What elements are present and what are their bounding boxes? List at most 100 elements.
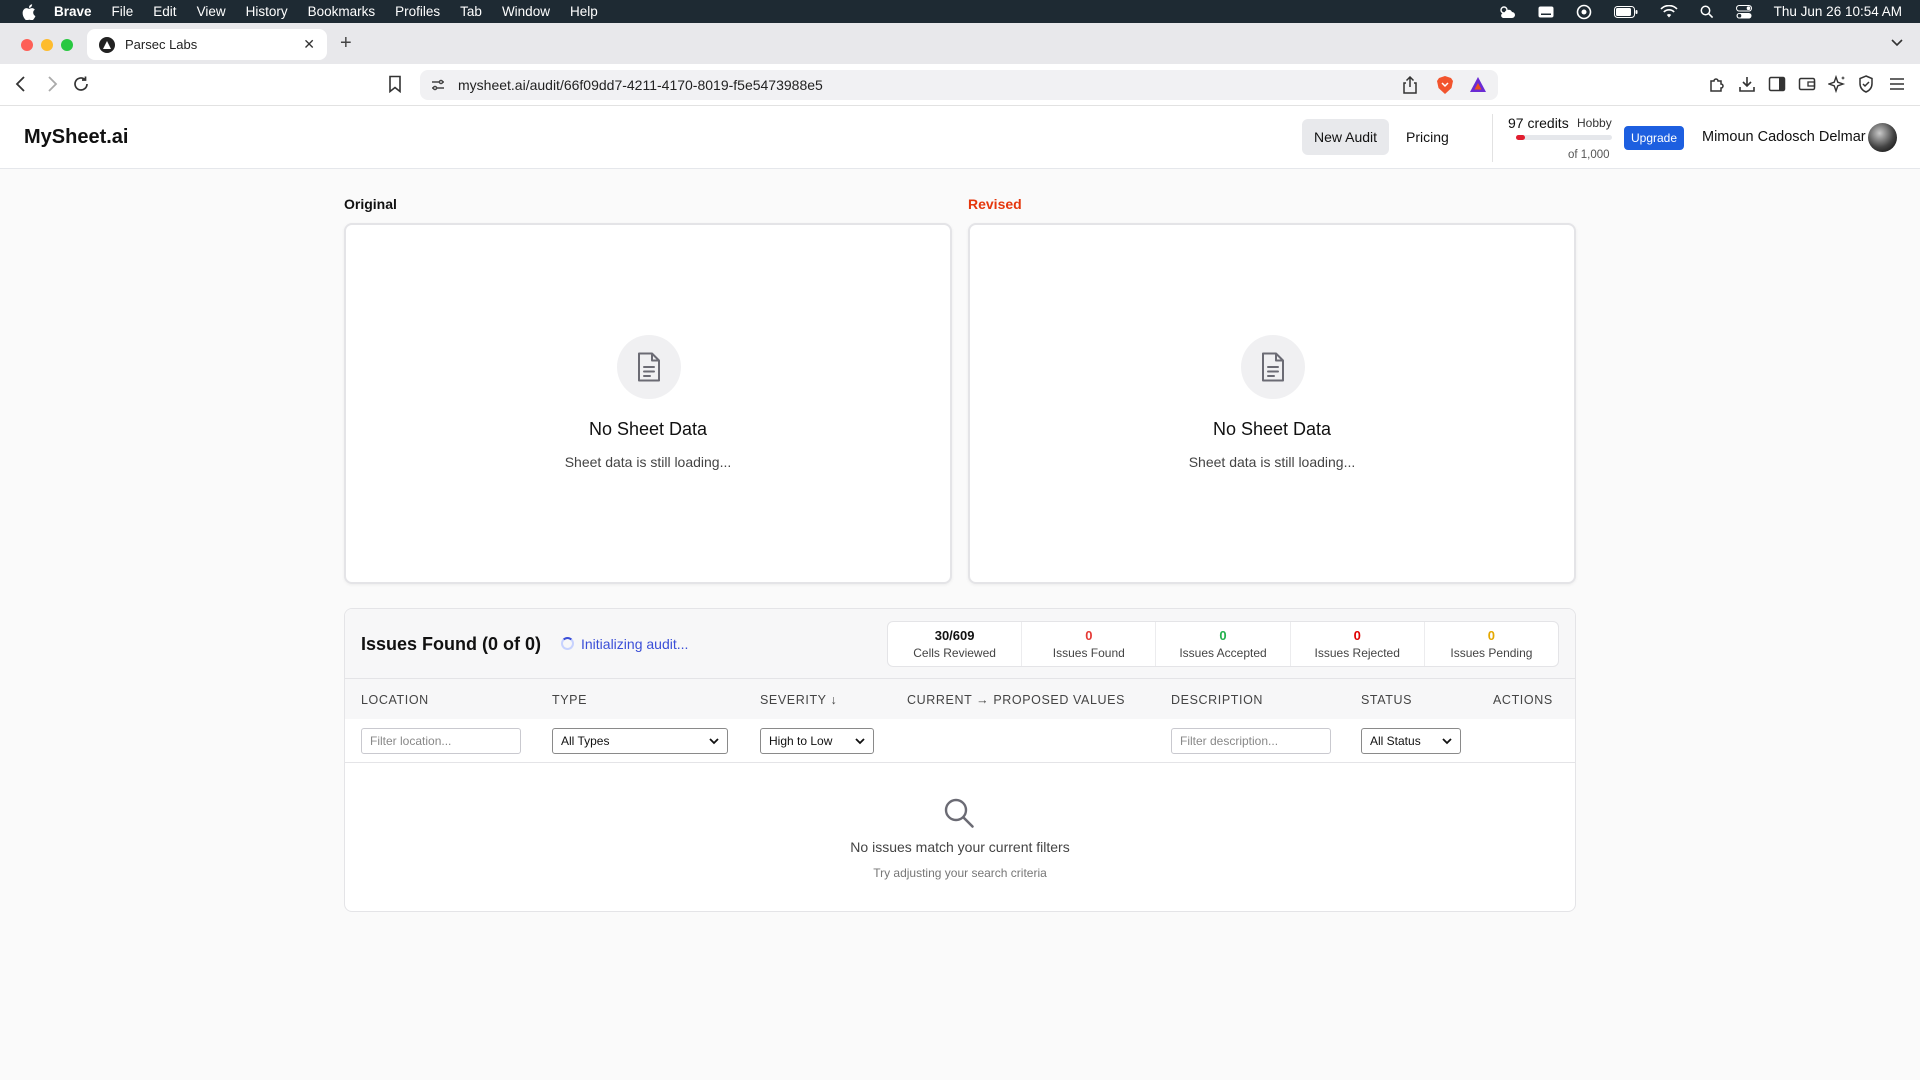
vpn-shield-icon[interactable] bbox=[1858, 75, 1874, 98]
issues-header: Issues Found (0 of 0) Initializing audit… bbox=[345, 609, 1575, 679]
new-audit-button[interactable]: New Audit bbox=[1302, 119, 1390, 155]
revised-label: Revised bbox=[968, 196, 1022, 212]
stat-label: Issues Found bbox=[1052, 646, 1125, 660]
column-values: CURRENT → PROPOSED VALUES bbox=[907, 693, 1126, 707]
menu-view[interactable]: View bbox=[197, 4, 226, 19]
stat-cells-reviewed: 30/609 Cells Reviewed bbox=[888, 622, 1023, 666]
wifi-icon[interactable] bbox=[1660, 5, 1678, 18]
severity-sort-select[interactable]: High to Low bbox=[760, 728, 874, 754]
hamburger-menu-icon[interactable] bbox=[1888, 75, 1906, 98]
window-minimize-button[interactable] bbox=[41, 39, 53, 51]
original-empty-subtitle: Sheet data is still loading... bbox=[564, 454, 732, 470]
menu-tab[interactable]: Tab bbox=[460, 4, 482, 19]
menu-file[interactable]: File bbox=[112, 4, 134, 19]
menu-edit[interactable]: Edit bbox=[153, 4, 176, 19]
revised-sheet-panel: No Sheet Data Sheet data is still loadin… bbox=[968, 223, 1576, 584]
wallet-icon[interactable] bbox=[1798, 75, 1816, 98]
parsec-labs-favicon-icon bbox=[99, 36, 115, 53]
stat-label: Issues Rejected bbox=[1314, 646, 1400, 660]
apple-logo-icon[interactable] bbox=[20, 3, 38, 21]
forward-arrow-icon[interactable] bbox=[44, 75, 60, 98]
leo-ai-sparkle-icon[interactable] bbox=[1826, 74, 1846, 98]
type-filter-select[interactable]: All Types bbox=[552, 728, 728, 754]
site-settings-icon[interactable] bbox=[430, 77, 446, 96]
menu-profiles[interactable]: Profiles bbox=[395, 4, 440, 19]
stat-label: Issues Pending bbox=[1450, 646, 1533, 660]
user-name[interactable]: Mimoun Cadosch Delmar bbox=[1702, 129, 1866, 145]
issues-filter-row: All Types High to Low All Status bbox=[345, 719, 1575, 763]
battery-icon[interactable] bbox=[1613, 5, 1638, 18]
vpn-icon[interactable] bbox=[1576, 4, 1592, 20]
window-zoom-button[interactable] bbox=[61, 39, 73, 51]
column-location: LOCATION bbox=[361, 693, 429, 707]
original-document-icon-wrap bbox=[617, 335, 681, 399]
reload-icon[interactable] bbox=[72, 75, 90, 98]
plan-badge: Hobby bbox=[1577, 116, 1612, 130]
url-text[interactable]: mysheet.ai/audit/66f09dd7-4211-4170-8019… bbox=[458, 77, 823, 93]
loading-spinner-icon bbox=[561, 637, 574, 650]
window-close-button[interactable] bbox=[21, 39, 33, 51]
tab-title: Parsec Labs bbox=[125, 37, 198, 52]
stat-issues-accepted: 0 Issues Accepted bbox=[1156, 622, 1291, 666]
keyboard-icon[interactable] bbox=[1538, 6, 1554, 18]
audit-status-text: Initializing audit... bbox=[581, 636, 689, 652]
brave-shields-icon[interactable] bbox=[1436, 75, 1454, 98]
credits-total: of 1,000 bbox=[1568, 149, 1610, 161]
menu-bookmarks[interactable]: Bookmarks bbox=[308, 4, 376, 19]
revised-document-icon-wrap bbox=[1241, 335, 1305, 399]
brave-rewards-icon[interactable] bbox=[1468, 75, 1488, 98]
browser-tab-active[interactable]: Parsec Labs ✕ bbox=[87, 29, 327, 60]
description-filter-input[interactable] bbox=[1171, 728, 1331, 754]
browser-toolbar: mysheet.ai/audit/66f09dd7-4211-4170-8019… bbox=[0, 64, 1920, 106]
no-issues-hint: Try adjusting your search criteria bbox=[873, 866, 1047, 880]
menu-history[interactable]: History bbox=[246, 4, 288, 19]
revised-empty-subtitle: Sheet data is still loading... bbox=[1188, 454, 1356, 470]
document-icon bbox=[1262, 352, 1284, 382]
credits-progress-bar bbox=[1516, 135, 1612, 140]
column-status: STATUS bbox=[1361, 693, 1413, 707]
location-filter-input[interactable] bbox=[361, 728, 521, 754]
browser-tabstrip: Parsec Labs ✕ + bbox=[0, 23, 1920, 64]
no-issues-message: No issues match your current filters bbox=[850, 839, 1070, 855]
issues-panel: Issues Found (0 of 0) Initializing audit… bbox=[344, 608, 1576, 912]
status-filter-select[interactable]: All Status bbox=[1361, 728, 1461, 754]
chevron-down-icon bbox=[1442, 737, 1452, 744]
severity-sort-value: High to Low bbox=[769, 734, 833, 748]
stat-value: 30/609 bbox=[934, 628, 975, 643]
menubar-clock[interactable]: Thu Jun 26 10:54 AM bbox=[1774, 4, 1902, 19]
original-label: Original bbox=[344, 196, 397, 212]
credits-count: 97 credits bbox=[1508, 115, 1569, 131]
menu-window[interactable]: Window bbox=[502, 4, 550, 19]
tab-close-icon[interactable]: ✕ bbox=[303, 36, 315, 53]
sidebar-toggle-icon[interactable] bbox=[1768, 75, 1786, 98]
back-arrow-icon[interactable] bbox=[14, 75, 30, 98]
new-tab-plus-icon[interactable]: + bbox=[340, 32, 352, 55]
stat-label: Issues Accepted bbox=[1179, 646, 1267, 660]
extensions-puzzle-icon[interactable] bbox=[1708, 75, 1726, 98]
upgrade-button[interactable]: Upgrade bbox=[1624, 126, 1685, 150]
tab-list-chevron-down-icon[interactable] bbox=[1890, 35, 1904, 53]
stat-issues-pending: 0 Issues Pending bbox=[1425, 622, 1558, 666]
revised-empty-title: No Sheet Data bbox=[1212, 419, 1332, 439]
pricing-link[interactable]: Pricing bbox=[1404, 119, 1451, 155]
spotlight-search-icon[interactable] bbox=[1700, 5, 1714, 19]
weather-icon[interactable] bbox=[1498, 5, 1516, 19]
downloads-icon[interactable] bbox=[1738, 75, 1756, 98]
address-bar[interactable]: mysheet.ai/audit/66f09dd7-4211-4170-8019… bbox=[420, 70, 1498, 100]
column-severity-sort[interactable]: SEVERITY ↓ bbox=[760, 693, 837, 707]
share-icon[interactable] bbox=[1402, 75, 1418, 97]
stat-value: 0 bbox=[1487, 628, 1496, 643]
column-description: DESCRIPTION bbox=[1171, 693, 1264, 707]
menu-app-brave[interactable]: Brave bbox=[54, 4, 92, 19]
control-center-icon[interactable] bbox=[1735, 4, 1752, 19]
column-actions: ACTIONS bbox=[1493, 693, 1553, 707]
avatar[interactable] bbox=[1868, 123, 1897, 152]
stat-issues-found: 0 Issues Found bbox=[1022, 622, 1157, 666]
bookmark-icon[interactable] bbox=[388, 75, 402, 98]
brand-logo[interactable]: MySheet.ai bbox=[24, 126, 128, 149]
stat-value: 0 bbox=[1085, 628, 1093, 643]
menu-help[interactable]: Help bbox=[570, 4, 598, 19]
status-filter-value: All Status bbox=[1370, 734, 1421, 748]
macos-menubar: Brave File Edit View History Bookmarks P… bbox=[0, 0, 1920, 23]
type-filter-value: All Types bbox=[561, 734, 610, 748]
